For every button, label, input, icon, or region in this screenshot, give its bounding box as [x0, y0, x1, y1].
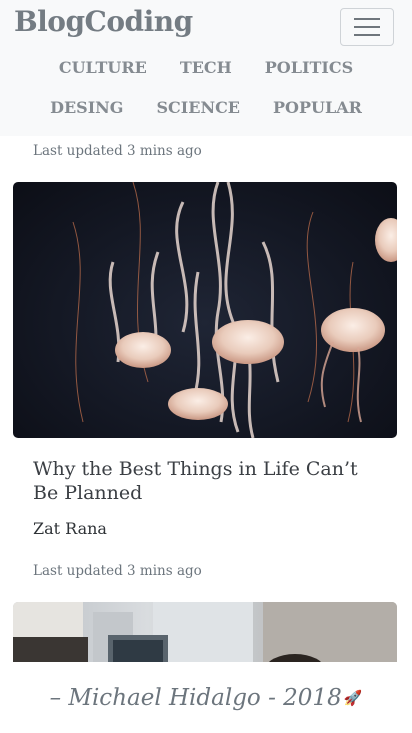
footer: – Michael Hidalgo - 2018 🚀 — [0, 662, 412, 733]
jellyfish-illustration — [72, 182, 397, 438]
nav-link-culture[interactable]: CULTURE — [59, 58, 147, 77]
footer-credit: – Michael Hidalgo - 2018 🚀 — [50, 685, 363, 711]
card-title[interactable]: Why the Best Things in Life Can’t Be Pla… — [33, 457, 373, 505]
nav-link-desing[interactable]: DESING — [50, 98, 123, 117]
navbar: BlogCoding CULTURE TECH POLITICS DESING … — [0, 0, 412, 136]
nav-link-science[interactable]: SCIENCE — [156, 98, 240, 117]
nav-link-tech[interactable]: TECH — [180, 58, 232, 77]
jellyfish-image[interactable] — [13, 182, 397, 438]
card-author: Zat Rana — [33, 519, 107, 538]
menu-toggle-button[interactable] — [340, 8, 394, 46]
previous-card-updated-text: Last updated 3 mins ago — [33, 143, 202, 159]
hamburger-icon — [354, 18, 380, 20]
brand-logo[interactable]: BlogCoding — [14, 5, 193, 38]
hamburger-icon — [354, 26, 380, 28]
nav-link-popular[interactable]: POPULAR — [273, 98, 362, 117]
rocket-icon: 🚀 — [343, 688, 363, 707]
nav-links-row-1: CULTURE TECH POLITICS — [0, 58, 412, 77]
footer-credit-text: – Michael Hidalgo - 2018 — [49, 684, 342, 711]
nav-links-row-2: DESING SCIENCE POPULAR — [0, 98, 412, 117]
hamburger-icon — [354, 34, 380, 36]
card-updated-text: Last updated 3 mins ago — [33, 563, 202, 579]
nav-link-politics[interactable]: POLITICS — [265, 58, 353, 77]
